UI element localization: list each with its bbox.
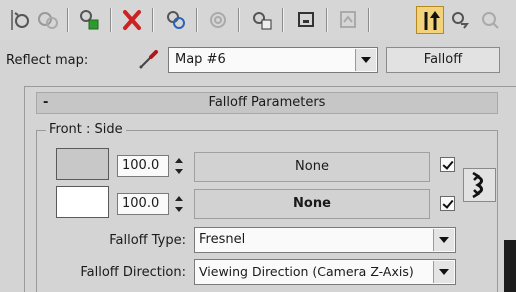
toolbar-separator: [326, 8, 328, 32]
show-end-result-icon: [340, 11, 356, 28]
map-type-button[interactable]: Falloff: [386, 47, 500, 73]
eyedropper-icon: [139, 50, 158, 69]
falloff-type-label: Falloff Type:: [109, 233, 186, 248]
rollout-title: Falloff Parameters: [208, 95, 326, 110]
falloff-type-dropdown[interactable]: Fresnel: [194, 227, 456, 253]
front-map-checkbox[interactable]: [440, 157, 455, 172]
material-id-channel-button[interactable]: [248, 6, 276, 34]
assign-to-selection-icon: [80, 10, 99, 30]
toolbar-separator: [152, 8, 154, 32]
side-color-swatch[interactable]: [56, 186, 109, 218]
front-map-button[interactable]: None: [194, 152, 430, 182]
toolbar-separator: [196, 8, 198, 32]
front-amount-input[interactable]: 100.0: [117, 155, 169, 177]
put-to-library-button[interactable]: [204, 6, 232, 34]
pick-material-button[interactable]: [136, 46, 162, 72]
front-color-swatch[interactable]: [56, 148, 109, 180]
make-unique-icon: [167, 11, 185, 29]
reset-map-icon: [123, 10, 141, 30]
go-to-parent-icon: [424, 11, 440, 30]
front-amount-spinner-icon[interactable]: [172, 155, 186, 177]
make-unique-button[interactable]: [162, 6, 190, 34]
chevron-down-icon[interactable]: [433, 261, 454, 283]
reflect-map-label: Reflect map:: [6, 53, 89, 68]
rollout-header[interactable]: - Falloff Parameters: [36, 92, 498, 114]
show-map-in-viewport-button[interactable]: [292, 6, 320, 34]
side-map-checkbox[interactable]: [440, 196, 455, 211]
show-map-in-viewport-icon: [298, 12, 314, 27]
side-amount-input[interactable]: 100.0: [117, 193, 169, 215]
map-name-dropdown[interactable]: Map #6: [168, 47, 378, 73]
side-amount-spinner-icon[interactable]: [172, 193, 186, 215]
toolbar-separator: [282, 8, 284, 32]
get-material-icon: [11, 10, 29, 30]
put-to-scene-button[interactable]: [34, 6, 62, 34]
get-material-button[interactable]: [6, 6, 34, 34]
toolbar-separator: [67, 8, 69, 32]
scrollbar[interactable]: [504, 240, 516, 292]
falloff-direction-value: Viewing Direction (Camera Z-Axis): [199, 264, 414, 279]
material-editor-toolbar: [0, 0, 516, 40]
toolbar-separator: [238, 8, 240, 32]
side-amount-value: 100.0: [122, 196, 160, 211]
chevron-down-icon[interactable]: [355, 49, 376, 71]
toolbar-separator: [110, 8, 112, 32]
material-id-channel-icon: [253, 12, 272, 30]
put-to-library-icon: [210, 12, 226, 28]
go-forward-to-sibling-button[interactable]: [446, 6, 474, 34]
front-amount-value: 100.0: [122, 158, 160, 173]
show-end-result-button[interactable]: [334, 6, 362, 34]
toolbar-separator: [368, 8, 370, 32]
reset-map-button[interactable]: [118, 6, 146, 34]
go-to-parent-button[interactable]: [416, 6, 444, 34]
go-forward-to-sibling-icon: [452, 12, 469, 29]
falloff-type-value: Fresnel: [199, 232, 246, 247]
put-to-scene-icon: [38, 12, 58, 29]
swap-icon: [472, 171, 483, 199]
assign-to-selection-button[interactable]: [76, 6, 104, 34]
options-icon: [482, 12, 499, 29]
map-name-value: Map #6: [175, 52, 226, 67]
falloff-direction-dropdown[interactable]: Viewing Direction (Camera Z-Axis): [194, 259, 456, 285]
options-button[interactable]: [476, 6, 504, 34]
chevron-down-icon[interactable]: [433, 229, 454, 251]
side-map-button[interactable]: None: [194, 189, 430, 219]
group-title: Front : Side: [46, 122, 126, 138]
falloff-direction-label: Falloff Direction:: [80, 265, 186, 280]
swap-colors-button[interactable]: [463, 168, 496, 202]
